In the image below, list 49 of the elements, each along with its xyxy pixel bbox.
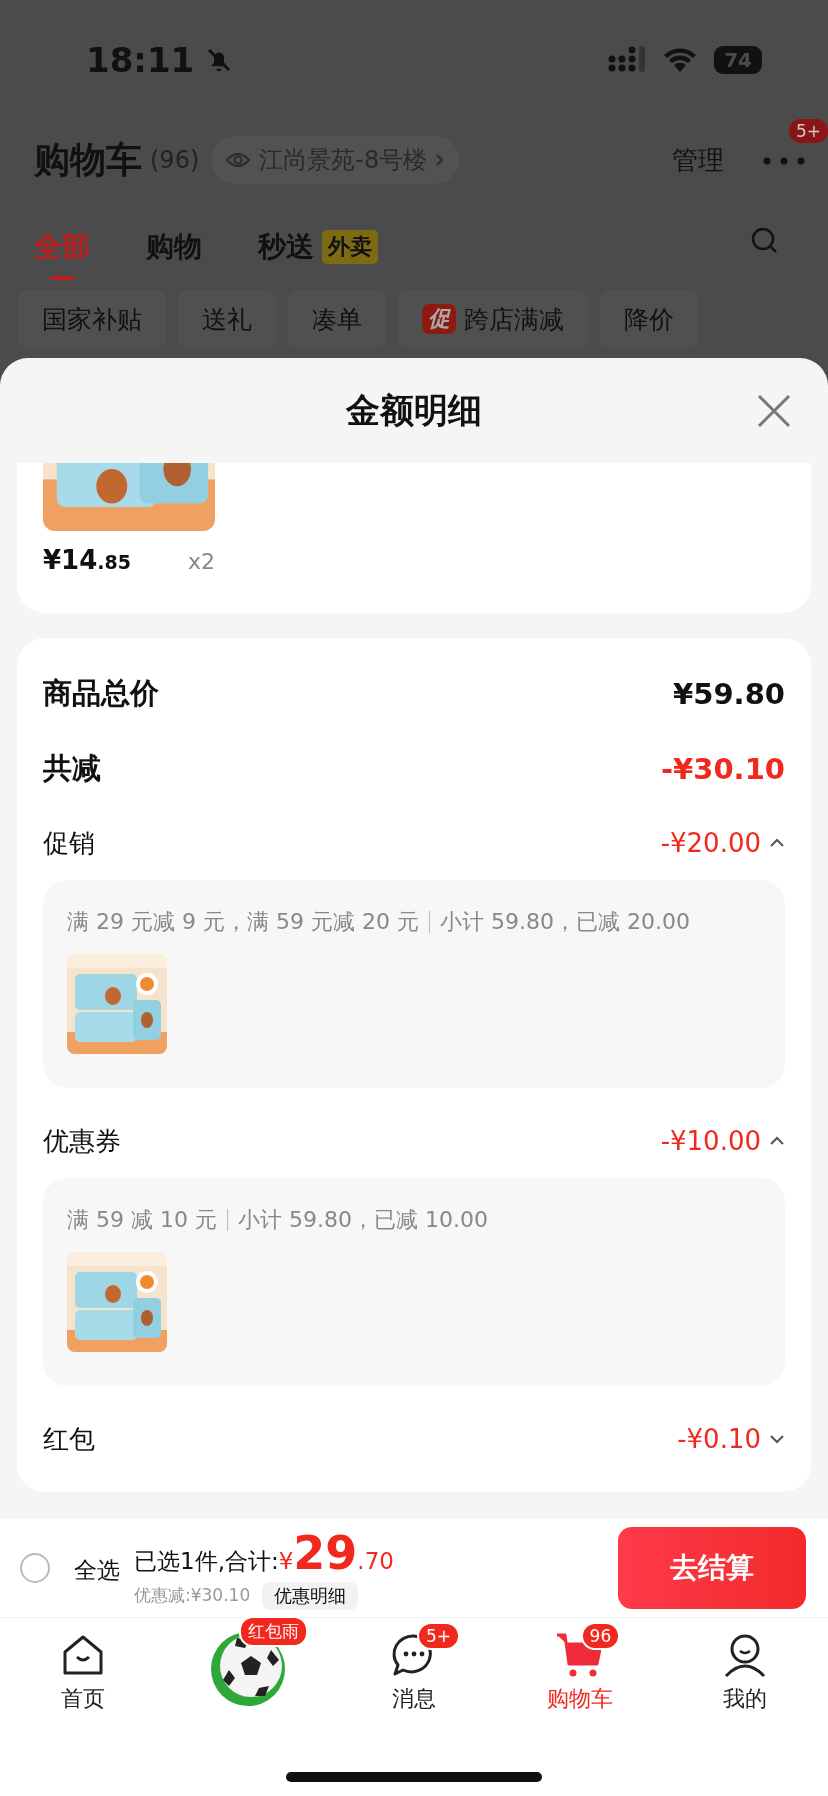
discount-rule: 满 29 元减 9 元，满 59 元减 20 元 [67, 908, 419, 936]
item-price: ¥14.85 [43, 545, 131, 575]
notification-badge: 5+ [788, 118, 828, 143]
sheet-title: 金额明细 [346, 388, 482, 432]
discount-subtotal: 小计 59.80，已减 20.00 [439, 908, 690, 936]
discount-amount: -¥0.10 [677, 1424, 761, 1454]
nav-item[interactable]: 5+ 消息 [331, 1618, 497, 1740]
nav-item[interactable]: 红包雨 [165, 1618, 332, 1740]
discount-detail-button[interactable]: 优惠明细 [262, 1581, 359, 1610]
discount-label: 促销 [43, 826, 95, 860]
filter-chip[interactable]: 国家补贴 [18, 290, 166, 348]
selection-summary: 已选1件,合计: [134, 1546, 279, 1576]
discount-label: 优惠券 [43, 1124, 121, 1158]
tab[interactable]: 购物 [146, 214, 202, 282]
summary-label: 共减 [43, 749, 101, 787]
discount-label: 红包 [43, 1422, 95, 1456]
page-title: 购物车 [34, 137, 142, 182]
chevron-right-icon [435, 152, 446, 168]
filter-chip[interactable]: 送礼 [178, 290, 276, 348]
summary-amount: ¥59.80 [673, 676, 785, 711]
tab[interactable]: 秒送 外卖 [258, 214, 378, 282]
manage-button[interactable]: 管理 [672, 142, 724, 178]
summary-label: 商品总价 [43, 674, 159, 712]
filter-chip[interactable]: 降价 [600, 290, 698, 348]
filter-chip[interactable]: 凑单 [288, 290, 386, 348]
filter-chip[interactable]: 促 跨店满减 [398, 290, 588, 348]
wifi-icon [662, 46, 699, 74]
nav-item[interactable]: 我的 [662, 1618, 828, 1740]
item-quantity: x2 [187, 549, 215, 574]
more-icon[interactable] [762, 155, 806, 166]
close-icon[interactable] [757, 394, 791, 428]
discount-amount: -¥20.00 [660, 828, 761, 858]
nav-item[interactable]: 96 购物车 [496, 1618, 663, 1740]
status-time: 18:11 [86, 40, 195, 80]
total-price: ¥29.70 [278, 1525, 394, 1580]
eye-icon [225, 151, 252, 169]
discount-rule: 满 59 减 10 元 [67, 1206, 217, 1234]
chevron-icon[interactable] [769, 1433, 785, 1445]
discount-subtotal: 小计 59.80，已减 10.00 [237, 1206, 488, 1234]
select-all-radio[interactable] [20, 1552, 50, 1583]
select-all-label[interactable]: 全选 [74, 1555, 120, 1586]
summary-amount: -¥30.10 [661, 751, 785, 786]
battery-icon: 74 [714, 46, 762, 74]
chevron-icon[interactable] [769, 837, 785, 849]
checkout-button[interactable]: 去结算 [618, 1526, 806, 1609]
chevron-icon[interactable] [769, 1135, 785, 1147]
nav-item[interactable]: 首页 [0, 1618, 166, 1740]
discount-amount: -¥10.00 [660, 1126, 761, 1156]
saving-text: 优惠减:¥30.10 [134, 1584, 251, 1607]
